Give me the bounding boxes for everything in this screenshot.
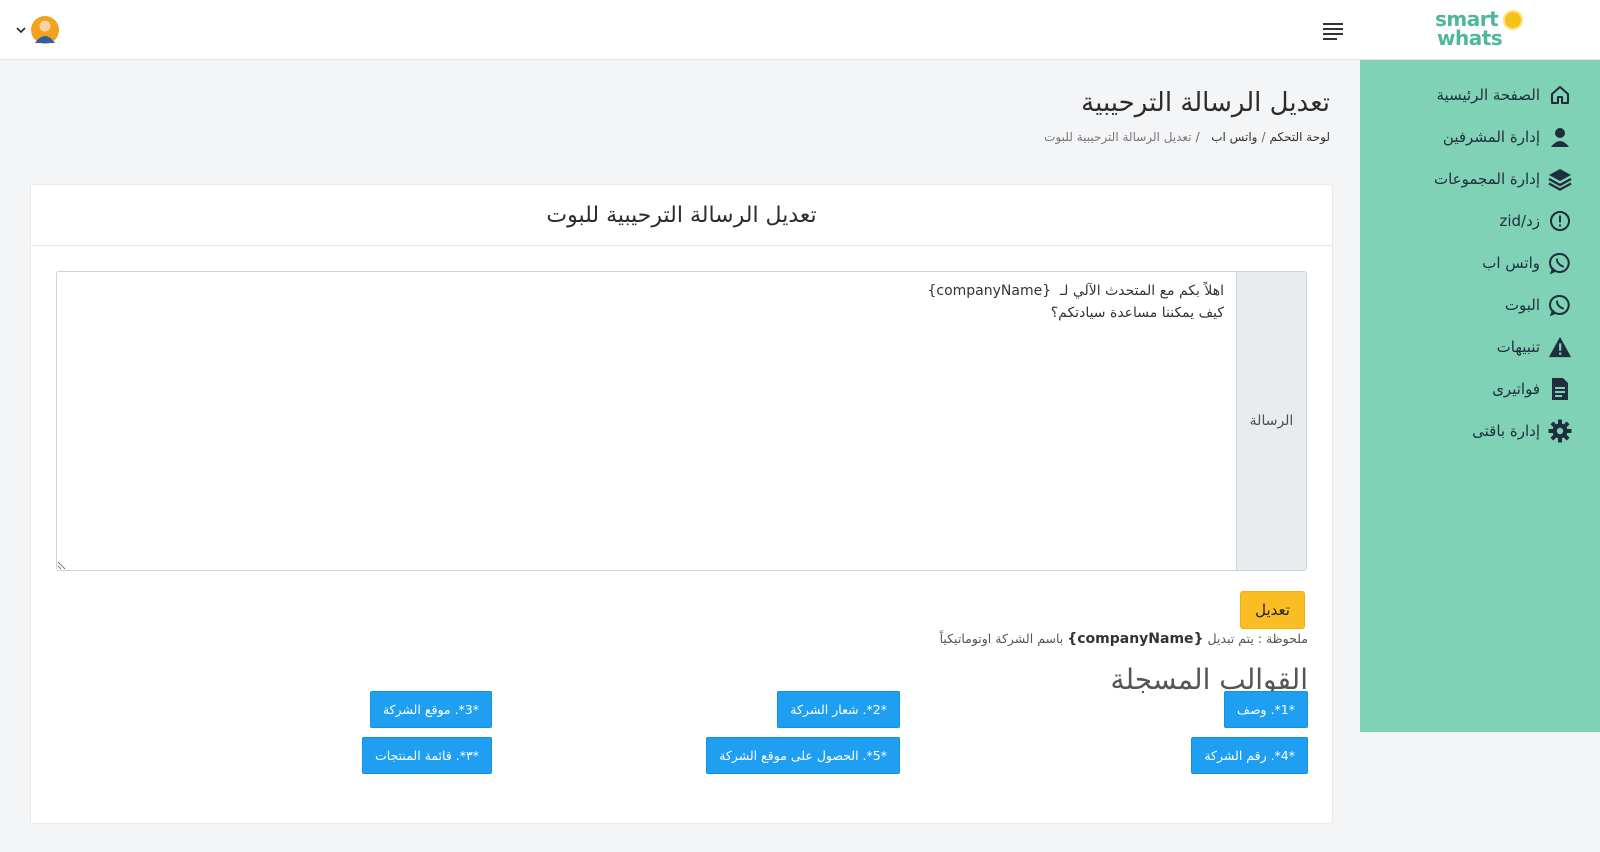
alert-circle-icon bbox=[1548, 209, 1572, 233]
template-button-get-location[interactable]: *5*. الحصول على موقع الشركة bbox=[706, 737, 900, 774]
message-textarea[interactable]: اهلاً بكم مع المتحدث الآلي لـ {companyNa… bbox=[56, 271, 1236, 571]
template-button-location[interactable]: *3*. موقع الشركة bbox=[369, 691, 492, 728]
template-button-phone[interactable]: *4*. رقم الشركة bbox=[1191, 737, 1308, 774]
logo-text-bottom: whats bbox=[1437, 26, 1503, 50]
breadcrumb: لوحة التحكم/واتس اب /تعديل الرسالة الترح… bbox=[730, 130, 1330, 144]
sidebar-item-zid[interactable]: زد/zid bbox=[1499, 204, 1572, 238]
sidebar-item-bot[interactable]: البوت bbox=[1505, 288, 1572, 322]
breadcrumb-dashboard[interactable]: لوحة التحكم bbox=[1270, 130, 1331, 144]
sidebar-item-label: فواتيرى bbox=[1492, 380, 1540, 398]
user-icon bbox=[1548, 125, 1572, 149]
logo-sun-icon bbox=[1505, 12, 1521, 28]
menu-toggle-icon[interactable] bbox=[1320, 18, 1346, 42]
sidebar-item-label: إدارة المجموعات bbox=[1433, 170, 1540, 188]
template-button-description[interactable]: *1*. وصف bbox=[1224, 691, 1308, 728]
logo[interactable]: smart whats bbox=[1435, 9, 1525, 52]
edit-button[interactable]: تعديل bbox=[1240, 591, 1305, 629]
sidebar: الصفحة الرئيسية إدارة المشرفين إدارة الم… bbox=[1360, 60, 1600, 732]
template-button-products[interactable]: *٣*. قائمة المنتجات bbox=[361, 737, 492, 774]
sidebar-item-my-plan[interactable]: إدارة باقتى bbox=[1472, 414, 1572, 448]
page-title: تعديل الرسالة الترحيبية bbox=[1081, 88, 1330, 118]
whatsapp-icon bbox=[1548, 251, 1572, 275]
invoice-icon bbox=[1548, 377, 1572, 401]
sidebar-item-label: زد/zid bbox=[1499, 212, 1540, 230]
gear-icon bbox=[1548, 419, 1572, 443]
sidebar-item-label: واتس اب bbox=[1482, 254, 1540, 272]
sidebar-item-invoices[interactable]: فواتيرى bbox=[1492, 372, 1572, 406]
sidebar-item-whatsapp[interactable]: واتس اب bbox=[1482, 246, 1572, 280]
chevron-down-icon bbox=[16, 27, 26, 34]
sidebar-item-label: الصفحة الرئيسية bbox=[1436, 86, 1541, 104]
message-label: الرسالة bbox=[1236, 271, 1307, 571]
breadcrumb-separator: / bbox=[1195, 130, 1208, 144]
sidebar-item-groups[interactable]: إدارة المجموعات bbox=[1434, 162, 1572, 196]
breadcrumb-whatsapp[interactable]: واتس اب bbox=[1211, 130, 1257, 144]
sidebar-item-label: إدارة باقتى bbox=[1472, 422, 1540, 440]
layers-icon bbox=[1548, 167, 1572, 191]
note-token: {companyName} bbox=[1067, 631, 1204, 647]
avatar bbox=[31, 16, 59, 44]
message-input-group: اهلاً بكم مع المتحدث الآلي لـ {companyNa… bbox=[56, 271, 1307, 571]
warning-icon bbox=[1548, 335, 1572, 359]
card-title: تعديل الرسالة الترحيبية للبوت bbox=[546, 202, 817, 228]
whatsapp-icon bbox=[1548, 293, 1572, 317]
breadcrumb-current: تعديل الرسالة الترحيبية للبوت bbox=[1044, 130, 1192, 144]
top-bar: smart whats bbox=[0, 0, 1600, 60]
note-text: ملحوظة : يتم تبديل {companyName} باسم ال… bbox=[608, 631, 1308, 647]
template-button-logo[interactable]: *2*. شعار الشركة bbox=[777, 691, 900, 728]
sidebar-item-alerts[interactable]: تنبيهات bbox=[1497, 330, 1572, 364]
home-icon bbox=[1548, 83, 1572, 107]
sidebar-item-home[interactable]: الصفحة الرئيسية bbox=[1437, 78, 1573, 112]
sidebar-item-label: البوت bbox=[1504, 296, 1540, 314]
card-header: تعديل الرسالة الترحيبية للبوت bbox=[31, 185, 1332, 246]
sidebar-item-label: تنبيهات bbox=[1496, 338, 1540, 356]
note-prefix: ملحوظة : يتم تبديل bbox=[1207, 631, 1308, 646]
breadcrumb-separator: / bbox=[1261, 130, 1266, 144]
sidebar-item-label: إدارة المشرفين bbox=[1442, 128, 1540, 146]
edit-message-card: تعديل الرسالة الترحيبية للبوت اهلاً بكم … bbox=[30, 184, 1333, 824]
user-menu[interactable] bbox=[16, 15, 60, 45]
note-suffix: باسم الشركة اوتوماتيكياً bbox=[939, 631, 1064, 646]
sidebar-item-admins[interactable]: إدارة المشرفين bbox=[1443, 120, 1572, 154]
